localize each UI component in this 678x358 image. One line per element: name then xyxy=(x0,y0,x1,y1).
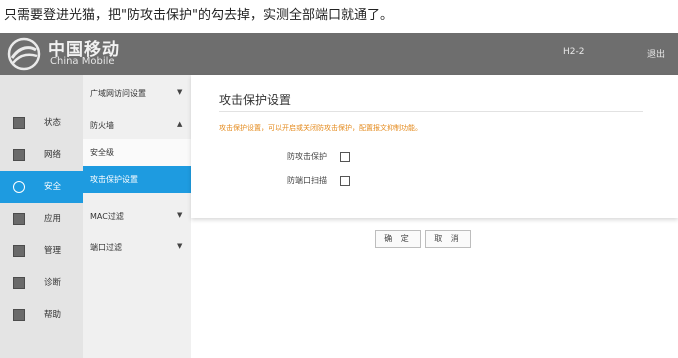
nav-item-security[interactable]: 安全 xyxy=(0,171,83,203)
brand-name-en: China Mobile xyxy=(50,56,115,67)
device-model: H2-2 xyxy=(563,47,585,57)
nav-item-help[interactable]: 帮助 xyxy=(0,299,83,331)
settings-panel: 攻击保护设置 攻击保护设置，可以开启或关闭防攻击保护，配置报文抑制功能。 防攻击… xyxy=(191,75,678,218)
confirm-button[interactable]: 确 定 xyxy=(375,230,421,248)
chevron-down-icon: ▼ xyxy=(177,242,183,250)
security-icon xyxy=(13,181,25,193)
sub-item-firewall[interactable]: 防火墙 ▲ xyxy=(83,112,191,139)
sub-item-label: 攻击保护设置 xyxy=(90,175,138,184)
router-admin-frame: 中国移动 China Mobile H2-2 退出 状态 网络 安全 应用 管理… xyxy=(0,33,678,358)
main-content: 攻击保护设置 攻击保护设置，可以开启或关闭防攻击保护，配置报文抑制功能。 防攻击… xyxy=(191,75,678,358)
chevron-down-icon: ▼ xyxy=(177,211,183,219)
help-icon xyxy=(13,309,25,321)
chevron-up-icon: ▲ xyxy=(177,120,183,128)
caption-text: 只需要登进光猫，把"防攻击保护"的勾去掉，实测全部端口就通了。 xyxy=(4,8,393,23)
sub-item-wan-access[interactable]: 广域网访问设置 ▼ xyxy=(83,80,191,107)
sub-item-security-level[interactable]: 安全级 xyxy=(83,139,191,166)
nav-label: 安全 xyxy=(44,182,62,192)
sub-item-label: 广域网访问设置 xyxy=(90,89,146,98)
china-mobile-logo-icon xyxy=(7,37,41,71)
top-bar: 中国移动 China Mobile H2-2 退出 xyxy=(0,33,678,75)
sub-item-label: 端口过滤 xyxy=(90,243,122,252)
network-icon xyxy=(13,149,25,161)
nav-item-diagnose[interactable]: 诊断 xyxy=(0,267,83,299)
nav-label: 状态 xyxy=(44,118,62,128)
nav-item-manage[interactable]: 管理 xyxy=(0,235,83,267)
left-nav: 状态 网络 安全 应用 管理 诊断 帮助 xyxy=(0,75,83,358)
page-title: 攻击保护设置 xyxy=(219,93,292,107)
nav-label: 应用 xyxy=(44,214,62,224)
active-pointer-icon xyxy=(76,172,83,186)
logout-link[interactable]: 退出 xyxy=(647,47,665,60)
sub-item-label: MAC过滤 xyxy=(90,212,124,221)
sub-item-port-filter[interactable]: 端口过滤 ▼ xyxy=(83,234,191,261)
description-text: 攻击保护设置，可以开启或关闭防攻击保护，配置报文抑制功能。 xyxy=(219,124,422,132)
port-scan-label: 防端口扫描 xyxy=(287,176,327,185)
sub-item-label: 安全级 xyxy=(90,148,114,157)
apps-icon xyxy=(13,213,25,225)
cancel-button[interactable]: 取 消 xyxy=(425,230,471,248)
status-icon xyxy=(13,117,25,129)
diagnose-icon xyxy=(13,277,25,289)
attack-protection-checkbox[interactable] xyxy=(340,152,350,162)
nav-label: 管理 xyxy=(44,246,62,256)
nav-item-status[interactable]: 状态 xyxy=(0,107,83,139)
nav-label: 帮助 xyxy=(44,310,62,320)
nav-label: 诊断 xyxy=(44,278,62,288)
sub-item-label: 防火墙 xyxy=(90,121,114,130)
title-divider xyxy=(219,111,643,112)
sub-menu: 广域网访问设置 ▼ 防火墙 ▲ 安全级 攻击保护设置 MAC过滤 ▼ 端口过滤 … xyxy=(76,75,191,358)
sub-item-mac-filter[interactable]: MAC过滤 ▼ xyxy=(83,203,191,230)
sub-item-attack-protection[interactable]: 攻击保护设置 xyxy=(76,166,191,193)
nav-item-apps[interactable]: 应用 xyxy=(0,203,83,235)
port-scan-checkbox[interactable] xyxy=(340,176,350,186)
chevron-down-icon: ▼ xyxy=(177,88,183,96)
nav-item-network[interactable]: 网络 xyxy=(0,139,83,171)
attack-protection-label: 防攻击保护 xyxy=(287,152,327,161)
nav-item-blank xyxy=(0,75,83,107)
manage-icon xyxy=(13,245,25,257)
nav-label: 网络 xyxy=(44,150,62,160)
